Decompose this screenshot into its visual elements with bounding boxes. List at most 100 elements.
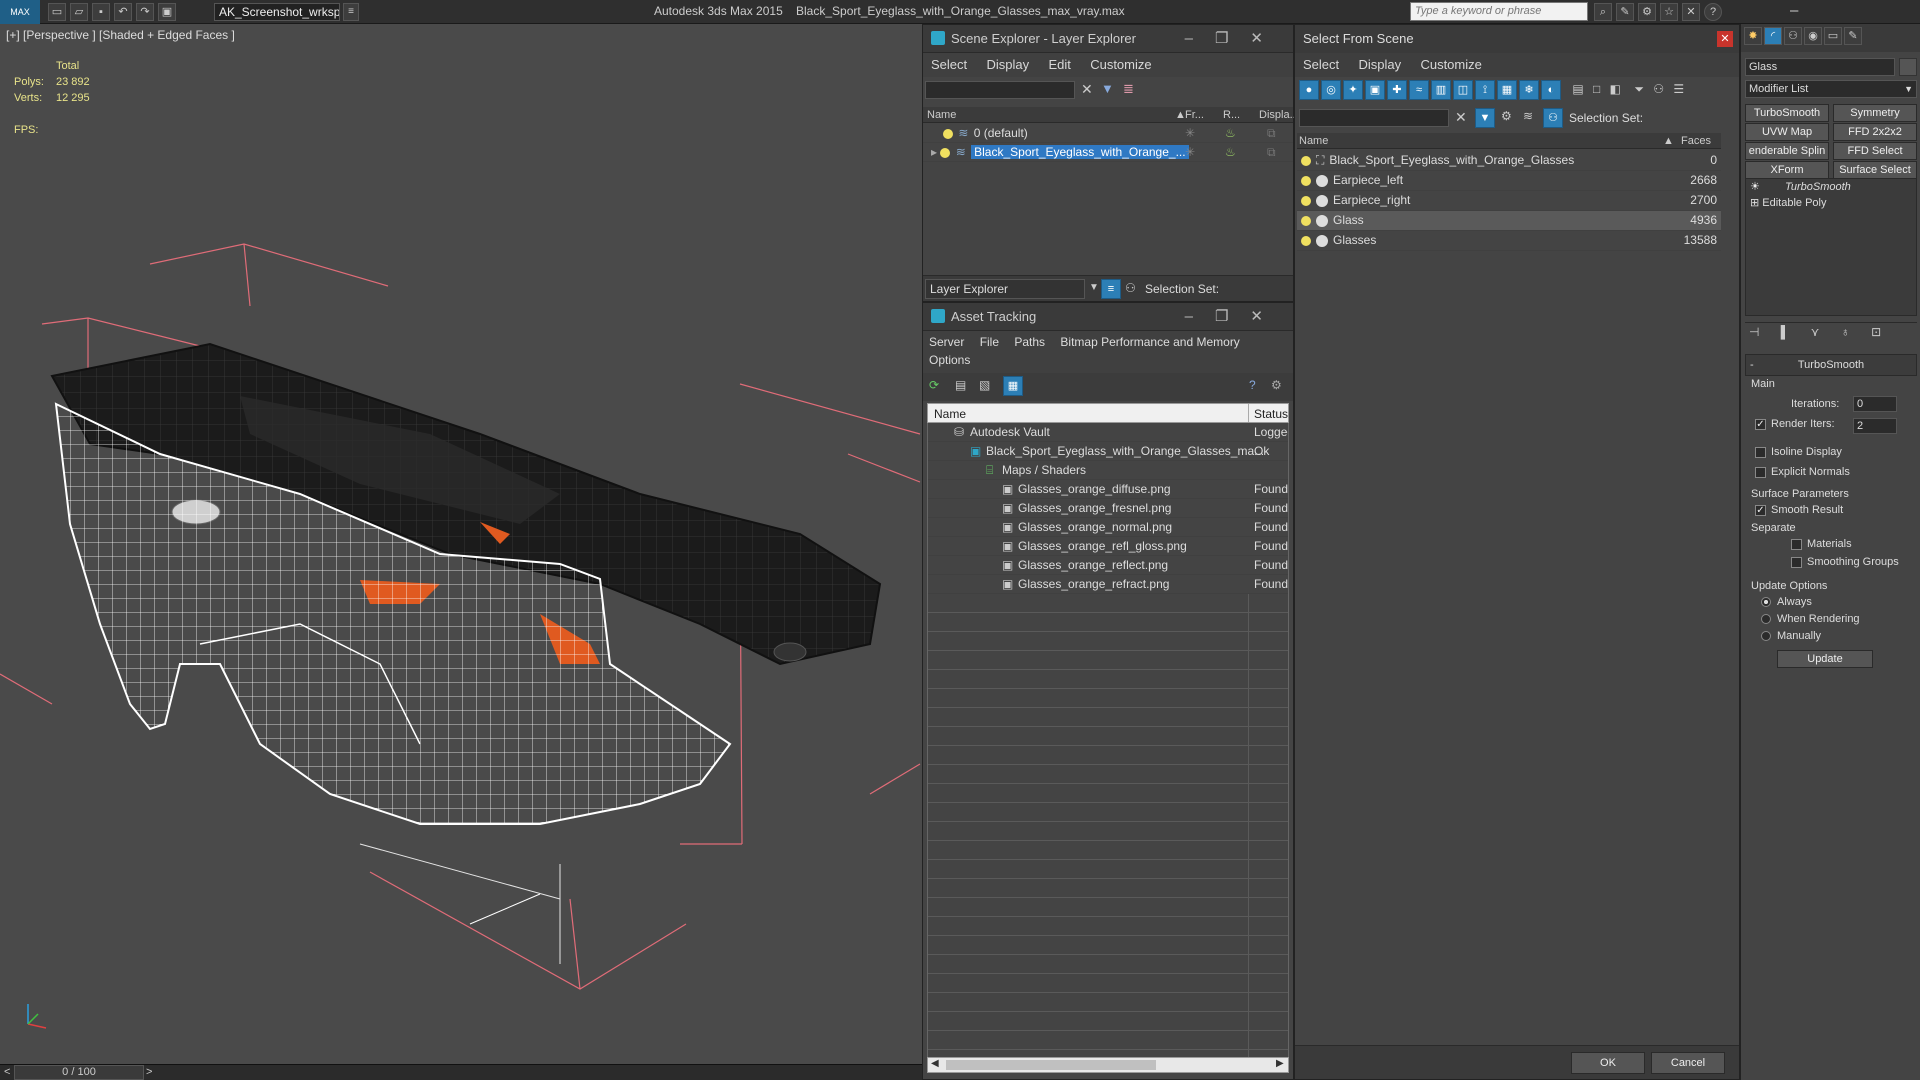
layer-tools-icon[interactable]: ≣ (1123, 81, 1134, 97)
asset-menu-file[interactable]: File (980, 335, 999, 349)
sfs-col-name[interactable]: Name (1299, 135, 1328, 147)
select-none-icon[interactable]: □ (1593, 82, 1600, 96)
stack-item-turbosmooth[interactable]: ☀ TurboSmooth (1746, 179, 1916, 195)
smoothing-groups-checkbox[interactable] (1791, 556, 1802, 568)
hierarchy-view-icon[interactable]: ⚇ (1543, 108, 1563, 128)
pin-stack-icon[interactable]: ⊣ (1749, 325, 1759, 339)
utilities-tab-icon[interactable]: ✎ (1844, 27, 1862, 45)
lightbulb-icon[interactable] (1301, 195, 1311, 206)
sfs-object-row[interactable]: Earpiece_right 2700 (1297, 191, 1721, 211)
sfs-menu-select[interactable]: Select (1303, 57, 1339, 72)
x-icon[interactable]: ✕ (1682, 3, 1700, 21)
chevron-down-icon[interactable]: ▼ (1904, 81, 1913, 97)
show-end-result-icon[interactable]: ▌ (1781, 325, 1790, 339)
layer-view-icon[interactable]: ≡ (1101, 279, 1121, 299)
modify-tab-icon[interactable]: ◜ (1764, 27, 1782, 45)
ok-button[interactable]: OK (1571, 1052, 1645, 1074)
explorer-type-dropdown[interactable]: Layer Explorer (925, 279, 1085, 299)
select-all-icon[interactable]: ▤ (1572, 82, 1583, 96)
filter-groups-icon[interactable]: ▥ (1431, 80, 1451, 100)
favorites-icon[interactable]: ☆ (1660, 3, 1678, 21)
when-rendering-radio[interactable] (1761, 614, 1771, 625)
object-name-field[interactable]: Glass (1745, 58, 1895, 76)
binoculars-icon[interactable]: ⌕ (1594, 3, 1612, 21)
filter-geometry-icon[interactable]: ● (1299, 80, 1319, 100)
list-view-icon[interactable]: ▤ (955, 378, 966, 392)
render-teapot-icon[interactable]: ♨ (1225, 143, 1236, 162)
hierarchy-tab-icon[interactable]: ⚇ (1784, 27, 1802, 45)
tools-icon[interactable]: ✎ (1616, 3, 1634, 21)
col-name[interactable]: Name (927, 109, 956, 121)
time-slider[interactable]: 0 / 100 (14, 1065, 144, 1080)
subscription-icon[interactable]: ⚙ (1638, 3, 1656, 21)
timeline-next-button[interactable]: > (146, 1066, 152, 1078)
asset-menu-options[interactable]: Options (929, 351, 1287, 369)
sfs-search-input[interactable] (1299, 109, 1449, 127)
lightbulb-icon[interactable] (943, 128, 953, 139)
chevron-down-icon[interactable]: ▼ (1089, 282, 1099, 293)
cancel-button[interactable]: Cancel (1651, 1052, 1725, 1074)
funnel-icon[interactable]: ⏷ (1634, 82, 1644, 96)
modifier-button[interactable]: enderable Splin (1745, 142, 1829, 160)
search-input[interactable]: Type a keyword or phrase (1410, 2, 1588, 21)
columns-icon[interactable]: ☰ (1673, 82, 1684, 96)
smooth-result-checkbox[interactable]: ✓ (1755, 504, 1766, 516)
expand-icon[interactable]: ⊞ (1750, 197, 1759, 209)
isoline-checkbox[interactable] (1755, 446, 1766, 458)
modifier-button[interactable]: UVW Map (1745, 123, 1829, 141)
sfs-menu-customize[interactable]: Customize (1420, 57, 1481, 72)
app-logo[interactable]: MAX (0, 0, 40, 24)
object-color-swatch[interactable] (1899, 58, 1917, 76)
layer-name[interactable]: Black_Sport_Eyeglass_with_Orange_... (971, 145, 1189, 159)
render-teapot-icon[interactable]: ♨ (1225, 124, 1236, 143)
sfs-object-row[interactable]: Glass 4936 (1297, 211, 1721, 231)
scroll-right-icon[interactable]: ▶ (1276, 1058, 1284, 1069)
asset-tracking-window-controls[interactable]: –❐✕ (1185, 303, 1285, 331)
sfs-menu-display[interactable]: Display (1358, 57, 1401, 72)
freeze-icon[interactable]: ✳ (1185, 124, 1195, 143)
manually-radio[interactable] (1761, 631, 1771, 642)
asset-row[interactable]: ▣ Glasses_orange_refract.png Found (928, 575, 1288, 594)
filter-options-icon[interactable]: ⚙ (1501, 109, 1512, 123)
asset-row[interactable]: ▣ Black_Sport_Eyeglass_with_Orange_Glasse… (928, 442, 1288, 461)
filter-xrefs-icon[interactable]: ◫ (1453, 80, 1473, 100)
filter-containers-icon[interactable]: ▦ (1497, 80, 1517, 100)
workspace-dropdown[interactable]: AK_Screenshot_wrksp (214, 3, 340, 21)
hierarchy-icon[interactable]: ⚇ (1125, 281, 1136, 295)
filter-warps-icon[interactable]: ≈ (1409, 80, 1429, 100)
modifier-button[interactable]: TurboSmooth (1745, 104, 1829, 122)
filter-hidden-icon[interactable]: ◐ (1541, 80, 1561, 100)
close-icon[interactable]: ✕ (1717, 31, 1733, 47)
modifier-list-dropdown[interactable]: Modifier List ▼ (1745, 80, 1917, 98)
asset-row[interactable]: ▣ Glasses_orange_reflect.png Found (928, 556, 1288, 575)
sfs-object-row[interactable]: ⛶ Black_Sport_Eyeglass_with_Orange_Glasse… (1297, 151, 1721, 171)
materials-checkbox[interactable] (1791, 538, 1802, 550)
filter-shapes-icon[interactable]: ◎ (1321, 80, 1341, 100)
filter-lights-icon[interactable]: ✦ (1343, 80, 1363, 100)
lightbulb-icon[interactable] (1301, 215, 1311, 226)
scene-explorer-titlebar[interactable]: Scene Explorer - Layer Explorer –❐✕ (923, 25, 1293, 53)
expand-icon[interactable]: ▸ (931, 145, 937, 159)
scene-explorer-menu-select[interactable]: Select (931, 57, 967, 72)
layer-name[interactable]: 0 (default) (974, 126, 1028, 140)
remove-modifier-icon[interactable]: ♁ (1841, 325, 1850, 339)
display-box-icon[interactable]: ⧉ (1267, 124, 1276, 143)
sort-arrow-icon[interactable]: ▲ (1663, 135, 1674, 147)
timeline-bar[interactable]: < 0 / 100 > (0, 1064, 922, 1080)
select-invert-icon[interactable]: ◧ (1610, 82, 1621, 96)
project-folder-icon[interactable]: ▣ (158, 3, 176, 21)
layers-icon[interactable]: ≋ (1523, 109, 1533, 123)
clear-search-icon[interactable]: ✕ (1081, 81, 1093, 98)
scroll-left-icon[interactable]: ◀ (931, 1058, 939, 1069)
workspace-menu-icon[interactable]: ≡ (343, 3, 359, 21)
asset-col-name[interactable]: Name (934, 407, 966, 421)
iterations-spinner[interactable]: 0 (1853, 396, 1897, 412)
update-button[interactable]: Update (1777, 650, 1873, 668)
settings-icon[interactable]: ⚙ (1271, 378, 1282, 392)
configure-sets-icon[interactable]: ⊡ (1871, 325, 1881, 339)
sfs-object-row[interactable]: Glasses 13588 (1297, 231, 1721, 251)
stack-item-editable-poly[interactable]: ⊞ Editable Poly (1746, 195, 1916, 211)
help-icon[interactable]: ? (1249, 378, 1256, 392)
asset-row[interactable]: ▣ Glasses_orange_refl_gloss.png Found (928, 537, 1288, 556)
clear-search-icon[interactable]: ✕ (1455, 109, 1467, 126)
